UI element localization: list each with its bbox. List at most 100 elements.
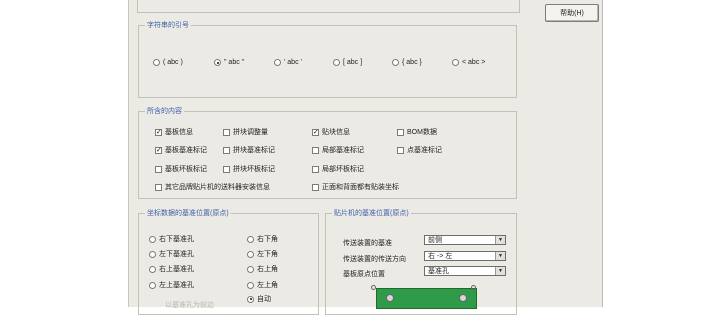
checkbox-panel-fiducial[interactable]	[223, 146, 230, 154]
checkbox-local-badmark[interactable]	[312, 165, 319, 173]
origin-option-rt-hole[interactable]: 右上基准孔	[149, 264, 194, 274]
quote-radio-brace[interactable]	[392, 59, 399, 66]
origin-label-rt-corner: 右上角	[257, 266, 278, 273]
origin-option-rb-hole[interactable]: 右下基准孔	[149, 234, 194, 244]
origin-radio-lb-corner[interactable]	[247, 250, 254, 258]
checkbox-panel-badmark[interactable]	[223, 165, 230, 173]
conveyor-dir-select[interactable]: 右 -> 左 ▼	[424, 251, 506, 261]
origin-label-rt-hole: 右上基准孔	[159, 266, 194, 273]
origin-label-lt-corner: 左上角	[257, 282, 278, 289]
dropdown-arrow-icon[interactable]: ▼	[495, 267, 505, 275]
board-origin-select[interactable]: 基准孔 ▼	[424, 266, 506, 276]
quote-radio-double[interactable]	[214, 59, 221, 66]
origin-radio-lt-corner[interactable]	[247, 281, 254, 289]
quote-option-double[interactable]: " abc "	[214, 59, 244, 66]
content-label-point-fiducial: 点基准标记	[407, 147, 442, 154]
content-item-local-badmark[interactable]: 局部坏板标记	[312, 164, 364, 174]
content-item-local-fiducial[interactable]: 局部基准标记	[312, 145, 364, 155]
origin-group-title: 坐标数据的基准位置(原点)	[145, 209, 231, 218]
quote-label-paren: ( abc )	[163, 59, 183, 66]
origin-option-lt-corner[interactable]: 左上角	[247, 280, 278, 290]
content-item-point-fiducial[interactable]: 点基准标记	[397, 145, 442, 155]
origin-option-rb-corner[interactable]: 右下角	[247, 234, 278, 244]
quote-option-paren[interactable]: ( abc )	[153, 59, 183, 66]
origin-option-lt-hole[interactable]: 左上基准孔	[149, 280, 194, 290]
origin-hint-text: 以基准孔为前边	[165, 302, 214, 309]
quote-label-double: " abc "	[224, 59, 245, 66]
origin-group: 坐标数据的基准位置(原点) 右下基准孔 右下角 左下基准孔 左下角 右上基准孔 …	[138, 209, 319, 315]
origin-option-rt-corner[interactable]: 右上角	[247, 264, 278, 274]
origin-label-lb-hole: 左下基准孔	[159, 251, 194, 258]
machine-group-title: 贴片机的基准位置(原点)	[332, 209, 411, 218]
content-item-placement-info[interactable]: ✓ 贴块信息	[312, 127, 350, 137]
origin-radio-lt-hole[interactable]	[149, 281, 156, 289]
quote-radio-bracket[interactable]	[333, 59, 340, 66]
dropdown-arrow-icon[interactable]: ▼	[495, 252, 505, 260]
content-label-both-sides: 正面和背面都有贴装坐标	[322, 184, 399, 191]
content-item-board-info[interactable]: ✓ 基板信息	[155, 127, 193, 137]
checkbox-placement-info[interactable]: ✓	[312, 128, 319, 136]
quote-group-title: 字符串的引号	[145, 21, 191, 30]
quote-group: 字符串的引号 ( abc ) " abc " ' abc ' [ abc ] {…	[138, 21, 517, 98]
origin-radio-rt-hole[interactable]	[149, 265, 156, 273]
origin-option-auto[interactable]: 自动	[247, 294, 271, 304]
checkbox-point-fiducial[interactable]	[397, 146, 404, 154]
origin-radio-rb-hole[interactable]	[149, 235, 156, 243]
quote-label-bracket: [ abc ]	[343, 59, 363, 66]
content-label-other-feeder: 其它品牌贴片机的送料器安装信息	[165, 184, 270, 191]
machine-label-conveyor-ref: 传送装置的基准	[343, 240, 392, 247]
checkbox-board-info[interactable]: ✓	[155, 128, 162, 136]
right-button-panel	[525, 0, 603, 307]
checkbox-board-fiducial[interactable]: ✓	[155, 146, 162, 154]
content-item-bom[interactable]: BOM数据	[397, 127, 437, 137]
top-group-edge	[137, 0, 520, 13]
content-item-board-badmark[interactable]: 基板坏板标记	[155, 164, 207, 174]
origin-label-lt-hole: 左上基准孔	[159, 282, 194, 289]
content-label-panel-fiducial: 拼块基准标记	[233, 147, 275, 154]
checkbox-board-badmark[interactable]	[155, 165, 162, 173]
content-item-panel-fiducial[interactable]: 拼块基准标记	[223, 145, 275, 155]
checkbox-both-sides[interactable]	[312, 183, 319, 191]
origin-option-lb-hole[interactable]: 左下基准孔	[149, 249, 194, 259]
content-group-title: 所含的内容	[145, 107, 184, 116]
content-item-both-sides[interactable]: 正面和背面都有贴装坐标	[312, 182, 399, 192]
quote-radio-paren[interactable]	[153, 59, 160, 66]
quote-option-angle[interactable]: < abc >	[452, 59, 485, 66]
content-item-other-feeder[interactable]: 其它品牌贴片机的送料器安装信息	[155, 182, 270, 192]
content-label-local-badmark: 局部坏板标记	[322, 166, 364, 173]
origin-option-lb-corner[interactable]: 左下角	[247, 249, 278, 259]
origin-label-rb-corner: 右下角	[257, 236, 278, 243]
origin-label-auto: 自动	[257, 296, 271, 303]
dropdown-arrow-icon[interactable]: ▼	[495, 236, 505, 244]
quote-radio-angle[interactable]	[452, 59, 459, 66]
quote-radio-single[interactable]	[274, 59, 281, 66]
content-item-panel-badmark[interactable]: 拼块坏板标记	[223, 164, 275, 174]
checkbox-bom[interactable]	[397, 128, 404, 136]
origin-label-rb-hole: 右下基准孔	[159, 236, 194, 243]
content-item-board-fiducial[interactable]: ✓ 基板基准标记	[155, 145, 207, 155]
checkbox-other-feeder[interactable]	[155, 183, 162, 191]
conveyor-ref-select[interactable]: 前侧 ▼	[424, 235, 506, 245]
origin-radio-rb-corner[interactable]	[247, 235, 254, 243]
machine-label-board-origin: 基板原点位置	[343, 271, 385, 278]
quote-option-single[interactable]: ' abc '	[274, 59, 302, 66]
content-label-board-fiducial: 基板基准标记	[165, 147, 207, 154]
board-marker-right-icon	[471, 285, 476, 290]
origin-radio-lb-hole[interactable]	[149, 250, 156, 258]
board-hole-left-icon	[386, 294, 394, 302]
origin-label-lb-corner: 左下角	[257, 251, 278, 258]
quote-option-brace[interactable]: { abc }	[392, 59, 422, 66]
help-button-label: 帮助(H)	[560, 10, 584, 17]
content-item-panel-adjust[interactable]: 拼块调整量	[223, 127, 268, 137]
content-label-local-fiducial: 局部基准标记	[322, 147, 364, 154]
help-button[interactable]: 帮助(H)	[545, 4, 599, 22]
checkbox-panel-adjust[interactable]	[223, 128, 230, 136]
quote-option-bracket[interactable]: [ abc ]	[333, 59, 362, 66]
conveyor-dir-value: 右 -> 左	[428, 253, 453, 260]
conveyor-ref-value: 前侧	[428, 237, 442, 244]
origin-radio-rt-corner[interactable]	[247, 265, 254, 273]
content-label-panel-badmark: 拼块坏板标记	[233, 166, 275, 173]
checkbox-local-fiducial[interactable]	[312, 146, 319, 154]
board-hole-right-icon	[459, 294, 467, 302]
origin-radio-auto[interactable]	[247, 295, 254, 303]
